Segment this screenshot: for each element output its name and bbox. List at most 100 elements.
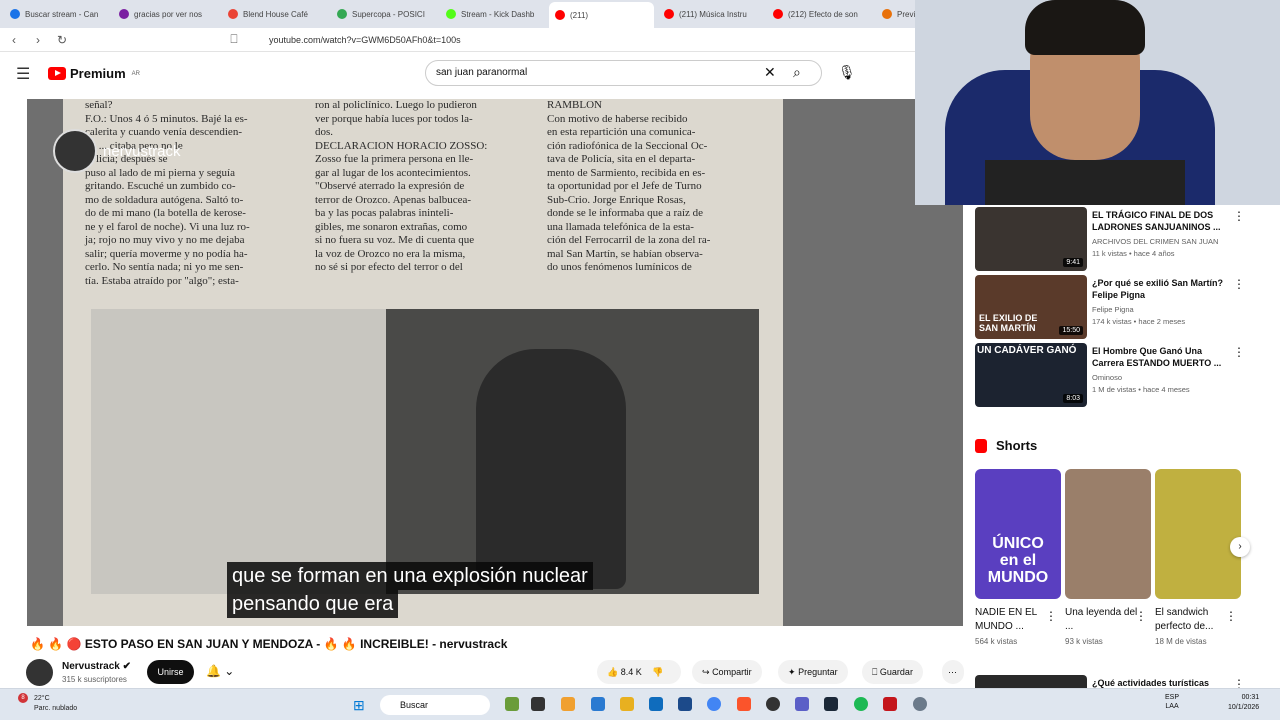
short-title[interactable]: Una leyenda del ... [1065,606,1141,634]
recommended-video[interactable]: ¿Qué actividades turísticas ⋮ [975,675,1245,689]
search-input[interactable]: san juan paranormal [425,60,822,86]
url-field[interactable]: youtube.com/watch?v=GWM6D50AFh0&t=100s [245,32,885,48]
taskbar-app-icon[interactable] [531,697,545,711]
tab-label: Stream - Kick Dashb [461,9,535,19]
recommended-title[interactable]: EL TRÁGICO FINAL DE DOS LADRONES SANJUAN… [1092,209,1232,233]
bell-icon[interactable]: 🔔 ⌄ [206,664,234,678]
like-button[interactable]: 👍 8.4 K 👎 [597,660,681,684]
recommended-video[interactable]: UN CADÁVER GANÓ 8:03 El Hombre Que Ganó U… [975,343,1245,407]
tab-label: Supercopa - POSICI [352,9,425,19]
short-item[interactable]: El sandwich perfecto de... 18 M de vista… [1155,469,1241,646]
tab-1[interactable]: gracias por ver nos [113,3,218,25]
short-item[interactable]: ÚNICO en el MUNDO NADIE EN EL MUNDO ... … [975,469,1061,646]
short-views: 93 k vistas [1065,637,1103,646]
windows-start-icon[interactable]: ⊞ [353,697,365,714]
short-thumbnail[interactable] [1065,469,1151,599]
reload-icon[interactable]: ↻ [52,33,72,47]
short-thumbnail[interactable] [1155,469,1241,599]
steam-icon[interactable] [824,697,838,711]
outlook-icon[interactable] [649,697,663,711]
video-title: 🔥 🔥 🔴 ESTO PASO EN SAN JUAN Y MENDOZA - … [30,637,508,651]
recommended-channel[interactable]: Felipe Pigna [1092,305,1134,314]
subtitle-line-1: que se forman en una explosión nuclear [227,562,593,590]
taskbar-app-icon[interactable] [883,697,897,711]
settings-icon[interactable] [913,697,927,711]
bookmark-icon[interactable]: ⎕ [224,32,244,47]
tab-favicon-icon [337,9,347,19]
recommended-video[interactable]: 9:41 EL TRÁGICO FINAL DE DOS LADRONES SA… [975,207,1245,271]
tab-4[interactable]: Stream - Kick Dashb [440,3,545,25]
more-options-icon[interactable]: ⋮ [1233,345,1245,359]
forward-icon[interactable]: › [28,33,48,47]
short-title[interactable]: El sandwich perfecto de... [1155,606,1231,634]
search-icon[interactable]: ⌕ [793,64,801,81]
tab-7[interactable]: (212) Efecto de son [767,3,872,25]
shorts-next-icon[interactable]: › [1230,537,1250,557]
recommended-title[interactable]: El Hombre Que Ganó Una Carrera ESTANDO M… [1092,345,1232,369]
video-thumbnail[interactable]: UN CADÁVER GANÓ 8:03 [975,343,1087,407]
duration-badge: 15:50 [1059,326,1083,335]
clear-search-icon[interactable]: ✕ [764,64,776,81]
taskbar-app-icon[interactable] [766,697,780,711]
taskbar-app-icon[interactable] [561,697,575,711]
video-player[interactable]: señal? F.O.: Unos 4 ó 5 minutos. Bajé la… [27,99,963,626]
thumbs-down-icon[interactable]: 👎 [652,667,663,677]
channel-avatar[interactable] [26,659,53,686]
more-options-icon[interactable]: ⋮ [1233,277,1245,291]
tab-favicon-icon [119,9,129,19]
short-thumbnail[interactable]: ÚNICO en el MUNDO [975,469,1061,599]
short-title[interactable]: NADIE EN EL MUNDO ... [975,606,1051,634]
tab-2[interactable]: Blend House Café [222,3,327,25]
more-actions-icon[interactable]: ⋯ [942,660,964,684]
share-label: Compartir [712,667,752,677]
youtube-logo[interactable]: Premium AR [48,66,140,81]
taskbar: 8 22°C Parc. nublado ⊞ Buscar ESP LAA 00:3… [0,688,1280,720]
recommended-title[interactable]: ¿Por qué se exilió San Martín? Felipe Pi… [1092,277,1232,301]
channel-watermark: nervustrack [53,129,181,173]
ask-button[interactable]: ✦ Preguntar [778,660,848,684]
tab-label: (211) [570,10,589,20]
subscriber-count: 315 k suscriptores [62,675,127,684]
spotify-icon[interactable] [854,697,868,711]
recommended-channel[interactable]: ARCHIVOS DEL CRIMEN SAN JUAN [1092,237,1218,246]
share-button[interactable]: ↪ Compartir [692,660,762,684]
brave-icon[interactable] [737,697,751,711]
tab-5-active[interactable]: (211) [549,2,654,28]
save-label: Guardar [879,667,913,677]
recommended-video[interactable]: EL EXILIO DE SAN MARTÍN 15:50 ¿Por qué se… [975,275,1245,339]
teams-icon[interactable] [795,697,809,711]
more-options-icon[interactable]: ⋮ [1233,209,1245,223]
taskbar-app-icon[interactable] [505,697,519,711]
taskbar-search[interactable]: Buscar [380,695,490,715]
video-thumbnail[interactable]: 9:41 [975,207,1087,271]
tab-label: Buscar stream - Can [25,9,99,19]
more-options-icon[interactable]: ⋮ [1225,609,1237,623]
video-thumbnail[interactable] [975,675,1087,689]
back-icon[interactable]: ‹ [4,33,24,47]
clock[interactable]: 00:31 10/1/2026 [1228,693,1259,713]
save-button[interactable]: ⎕ Guardar [862,660,923,684]
folder-icon[interactable] [620,697,634,711]
tab-6[interactable]: (211) Música Instru [658,3,763,25]
microphone-icon[interactable]: 🎙 [838,64,856,81]
edge-icon[interactable] [591,697,605,711]
tab-0[interactable]: Buscar stream - Can [4,3,109,25]
language-indicator[interactable]: ESP LAA [1165,693,1179,711]
channel-name[interactable]: Nervustrack ✔ [62,661,131,672]
video-thumbnail[interactable]: EL EXILIO DE SAN MARTÍN 15:50 [975,275,1087,339]
hamburger-menu-icon[interactable]: ☰ [16,64,30,84]
short-item[interactable]: Una leyenda del ... 93 k vistas ⋮ [1065,469,1151,646]
join-button[interactable]: Unirse [147,660,194,684]
taskbar-app-icon[interactable] [678,697,692,711]
tab-3[interactable]: Supercopa - POSICI [331,3,436,25]
more-options-icon[interactable]: ⋮ [1135,609,1147,623]
clock-date: 10/1/2026 [1228,704,1260,711]
weather-temp: 22°C [34,695,50,702]
chrome-icon[interactable] [707,697,721,711]
newspaper-column-3: RAMBLON Con motivo de haberse recibido e… [547,99,711,273]
subtitle-line-2: pensando que era [227,590,399,618]
weather-widget[interactable]: 22°C Parc. nublado [34,694,77,714]
tab-8[interactable]: Previsión meteor [876,3,915,25]
recommended-channel[interactable]: Ominoso [1092,373,1122,382]
more-options-icon[interactable]: ⋮ [1045,609,1057,623]
